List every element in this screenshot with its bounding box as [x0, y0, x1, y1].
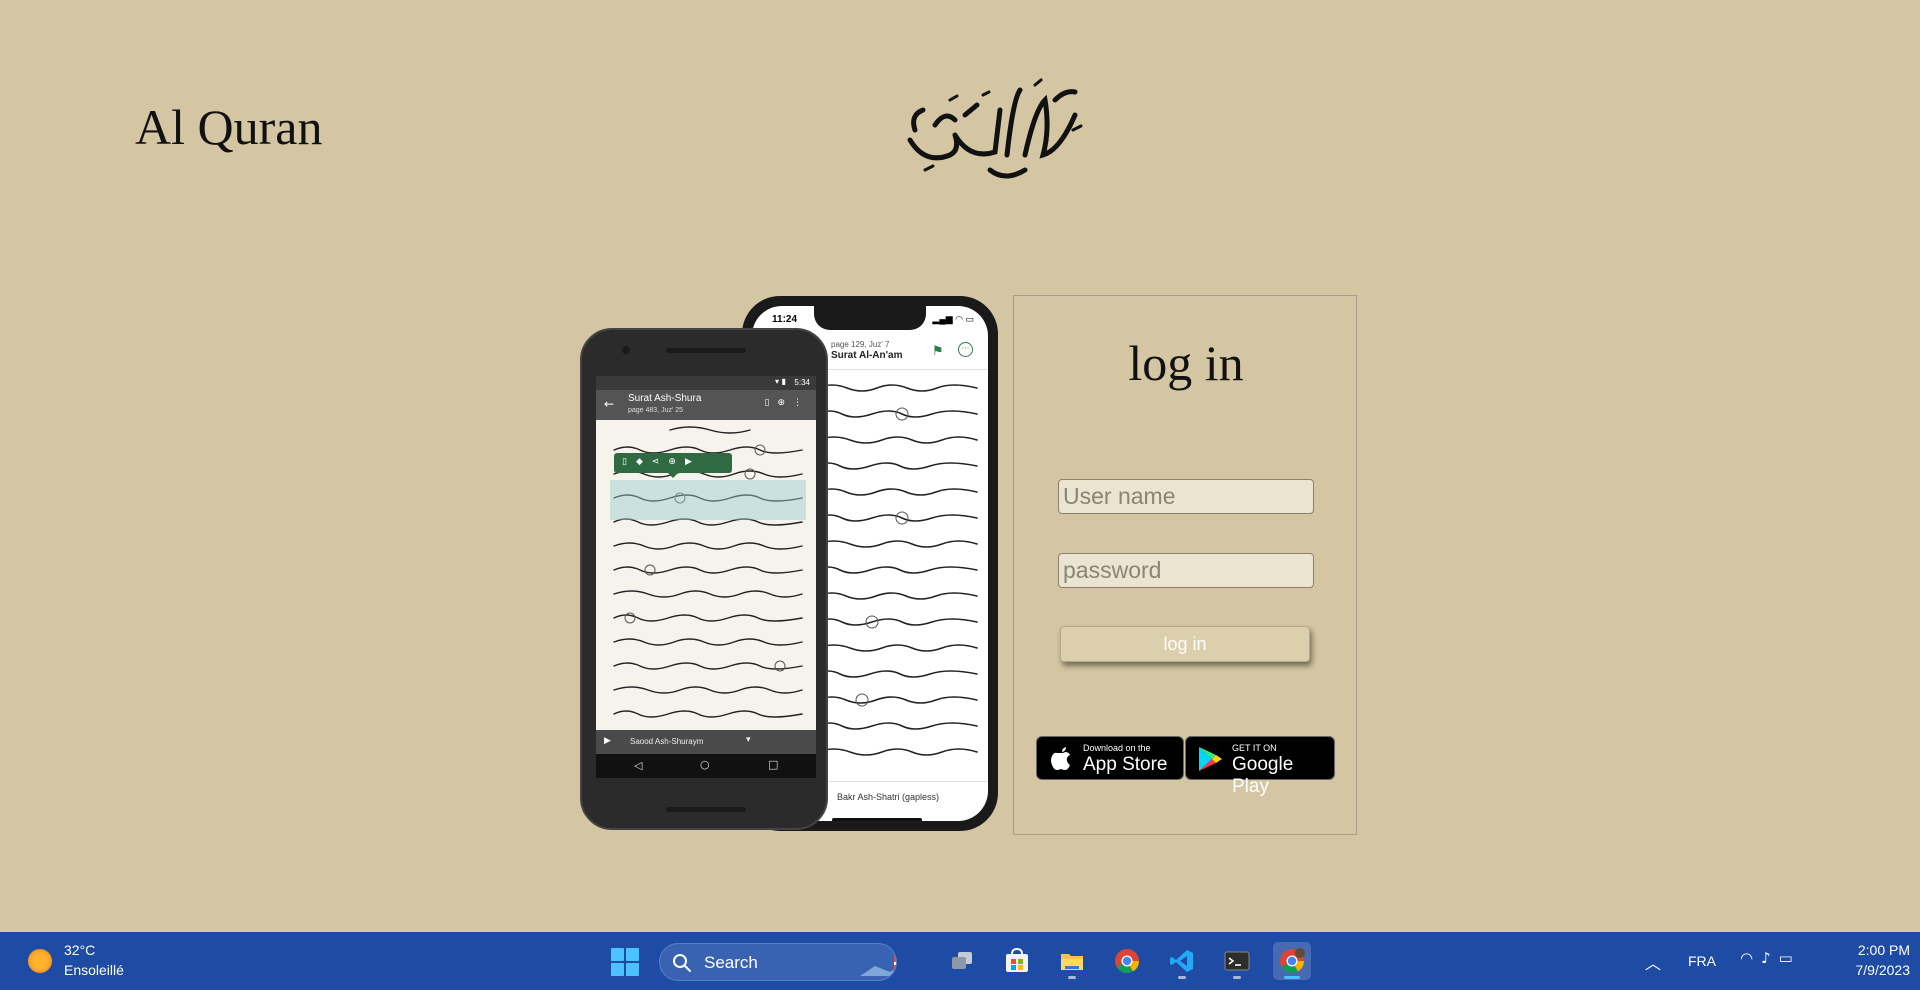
app-store-badge[interactable]: Download on the App Store	[1036, 736, 1184, 780]
login-button[interactable]: log in	[1060, 626, 1310, 662]
windows-taskbar: 32°C Ensoleillé Search ︿ FRA ◠♪▭ 2:00 PM…	[0, 932, 1920, 990]
verse-action-icons: ▯◆⋖⊕▶	[622, 457, 701, 467]
microsoft-store-button[interactable]	[998, 942, 1036, 980]
sun-icon[interactable]	[28, 949, 52, 973]
chrome-profile-button[interactable]	[1273, 942, 1311, 980]
running-indicator	[1178, 976, 1186, 979]
google-play-badge[interactable]: GET IT ON Google Play	[1185, 736, 1335, 797]
android-toolbar-icons: ▯⊕⋮	[764, 398, 810, 408]
back-arrow-icon: ←	[604, 397, 615, 411]
vscode-icon	[1170, 950, 1193, 972]
microsoft-store-icon	[1006, 948, 1028, 972]
running-indicator	[1068, 976, 1076, 979]
google-play-small-label: GET IT ON	[1232, 743, 1277, 753]
android-screen: ▾ ▮ 5:34 ← Surat Ash-Shura page 483, Juz…	[596, 376, 816, 778]
android-statusbar: ▾ ▮ 5:34	[596, 376, 816, 390]
iphone-notch	[814, 306, 926, 330]
weather-description[interactable]: Ensoleillé	[64, 962, 124, 978]
bookmark-icon: ⚑	[932, 344, 944, 359]
iphone-quran-page	[816, 384, 978, 756]
language-indicator[interactable]: FRA	[1688, 953, 1716, 969]
iphone-status-time: 11:24	[772, 314, 798, 325]
apple-icon	[1051, 747, 1070, 770]
nav-back-icon: ◁	[634, 759, 643, 772]
selected-verse-highlight	[610, 480, 806, 520]
android-nav-bar: ◁ ○ □	[596, 754, 816, 778]
app-store-small-label: Download on the	[1083, 743, 1151, 753]
android-speaker	[666, 348, 746, 353]
popup-arrow	[668, 473, 678, 478]
play-icon: ▶	[604, 736, 611, 746]
android-audio-bar: ▶ Saood Ash-Shuraym ▾	[596, 730, 816, 754]
login-panel: log in log in Download on the App Store …	[1013, 295, 1357, 835]
clock-date[interactable]: 7/9/2023	[1830, 962, 1911, 978]
iphone-reciter-name: Bakr Ash-Shatri (gapless)	[837, 792, 940, 802]
login-title: log in	[1128, 335, 1244, 391]
chrome-profile-icon	[1280, 948, 1305, 974]
app-store-big-label: App Store	[1083, 754, 1168, 775]
nav-recent-icon: □	[768, 758, 779, 771]
verse-action-popup: ▯◆⋖⊕▶	[614, 453, 732, 478]
weather-temperature[interactable]: 32°C	[64, 942, 95, 958]
folder-icon	[1061, 954, 1083, 970]
search-highlight-icon	[860, 956, 896, 976]
terminal-icon	[1224, 951, 1250, 971]
task-view-button[interactable]	[943, 942, 981, 980]
iphone-status-icons: ▂▄▆ ◠ ▭	[932, 314, 974, 324]
clock-time[interactable]: 2:00 PM	[1830, 942, 1910, 958]
vscode-button[interactable]	[1163, 942, 1201, 980]
android-reciter-name: Saood Ash-Shuraym	[630, 737, 704, 746]
android-page-info: page 483, Juz' 25	[628, 407, 684, 414]
nav-home-icon: ○	[700, 758, 710, 771]
android-bottom-speaker	[666, 807, 746, 812]
username-input[interactable]	[1058, 479, 1314, 514]
iphone-surah-name: Surat Al-An'am	[831, 350, 903, 361]
quran-calligraphy-logo	[907, 78, 1083, 179]
android-status-icons: ▾ ▮	[775, 377, 786, 386]
active-indicator	[1284, 976, 1300, 979]
terminal-button[interactable]	[1218, 942, 1256, 980]
chrome-icon	[1115, 949, 1139, 974]
password-input[interactable]	[1058, 553, 1314, 588]
dropdown-icon: ▾	[746, 735, 751, 745]
android-status-time: 5:34	[794, 378, 810, 387]
file-explorer-button[interactable]	[1053, 942, 1091, 980]
running-indicator	[1233, 976, 1241, 979]
chrome-button[interactable]	[1108, 942, 1146, 980]
chevron-up-icon[interactable]: ︿	[1645, 950, 1661, 974]
google-play-big-label: Google Play	[1232, 754, 1294, 797]
site-title: Al Quran	[135, 99, 323, 155]
iphone-home-indicator	[832, 818, 922, 821]
search-icon	[673, 954, 691, 972]
android-camera	[622, 346, 630, 354]
google-play-icon	[1199, 747, 1222, 771]
android-app-toolbar: ← Surat Ash-Shura page 483, Juz' 25 ▯⊕⋮	[596, 390, 816, 420]
task-view-icon	[952, 952, 972, 969]
system-tray-icons[interactable]: ◠♪▭	[1740, 949, 1801, 967]
search-label: Search	[704, 953, 758, 972]
taskbar-search[interactable]: Search	[659, 943, 897, 981]
more-icon: ···	[958, 342, 973, 357]
iphone-page-info: page 129, Juz' 7	[831, 340, 890, 349]
android-surah-name: Surat Ash-Shura	[628, 393, 702, 404]
android-mockup: ▾ ▮ 5:34 ← Surat Ash-Shura page 483, Juz…	[580, 328, 828, 830]
windows-start-icon[interactable]	[611, 948, 639, 976]
